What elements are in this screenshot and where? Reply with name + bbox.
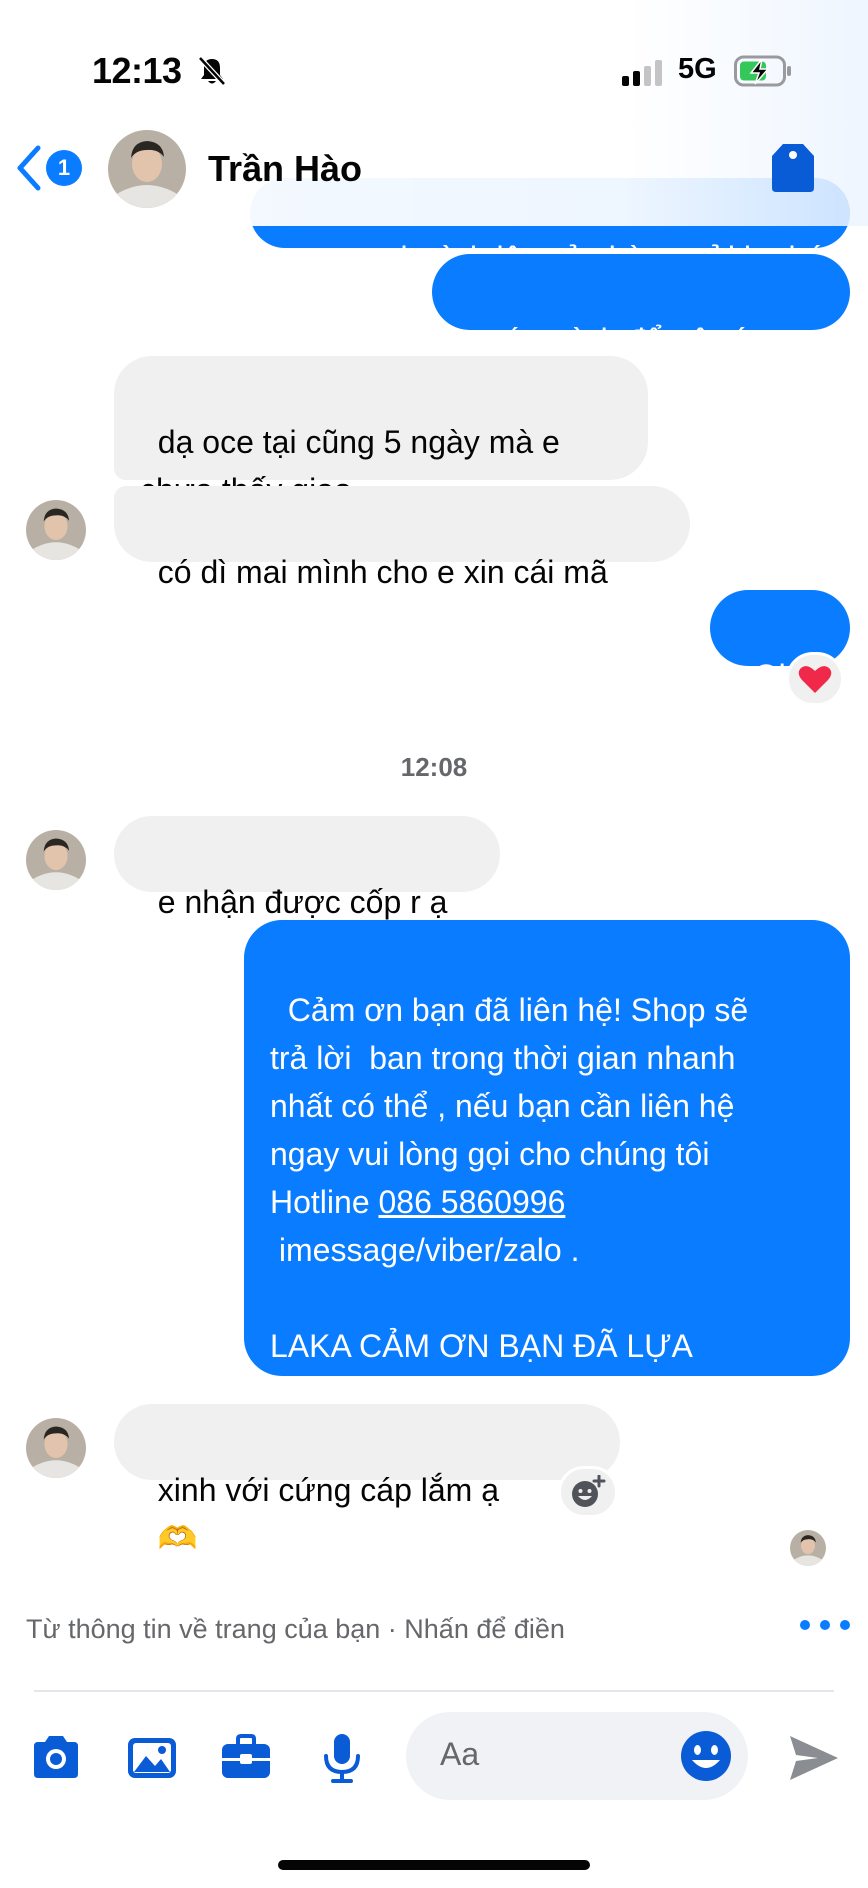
status-time: 12:13	[92, 50, 182, 91]
message-text: mai mình lên của hàng gửi b nhé	[356, 240, 824, 248]
auto-reply-bubble[interactable]: Cảm ơn bạn đã liên hệ! Shop sẽ trả lời b…	[244, 920, 850, 1412]
image-icon[interactable]	[124, 1730, 180, 1786]
message-bubble-received[interactable]: có dì mai mình cho e xin cái mã	[114, 486, 690, 590]
message-bubble-sent[interactable]: máy mình để trên í r a	[432, 254, 850, 358]
battery-charging-icon	[734, 55, 791, 87]
avatar-image	[790, 1530, 826, 1566]
sender-avatar[interactable]	[26, 500, 86, 560]
cellular-signal-icon	[622, 60, 662, 86]
heart-hands-emoji: 🫶	[157, 1520, 198, 1556]
message-text: e nhận được cốp r ạ	[157, 884, 448, 920]
send-icon[interactable]	[786, 1730, 842, 1786]
more-dot	[800, 1620, 810, 1630]
heart-reaction[interactable]	[786, 652, 844, 706]
heart-icon	[798, 666, 832, 693]
add-reaction-button[interactable]	[558, 1466, 618, 1518]
message-bubble-received[interactable]: dạ oce tại cũng 5 ngày mà e chưa thấy gi…	[114, 356, 648, 508]
avatar-image	[26, 1418, 86, 1478]
network-type: 5G	[678, 53, 717, 85]
more-dot	[840, 1620, 850, 1630]
hotline-link[interactable]: 086 5860996	[379, 1184, 566, 1220]
avatar-image	[26, 500, 86, 560]
camera-icon[interactable]	[28, 1730, 84, 1786]
sender-avatar[interactable]	[26, 830, 86, 890]
bell-slash-icon	[198, 56, 226, 86]
emoji-icon[interactable]	[678, 1728, 734, 1784]
microphone-icon[interactable]	[314, 1730, 370, 1786]
add-reaction-icon	[572, 1475, 606, 1507]
message-bubble-received[interactable]: e nhận được cốp r ạ	[114, 816, 500, 920]
message-text: imessage/viber/zalo . LAKA CẢM ƠN BẠN ĐÃ…	[270, 1232, 693, 1412]
avatar-image	[26, 830, 86, 890]
autofill-suggestion[interactable]: Từ thông tin về trang của bạn · Nhấn để …	[26, 1614, 565, 1645]
message-input-placeholder: Aa	[440, 1736, 480, 1772]
sender-avatar[interactable]	[26, 1418, 86, 1478]
contact-name[interactable]: Trần Hào	[208, 148, 362, 190]
message-text: có dì mai mình cho e xin cái mã	[157, 554, 608, 590]
contact-avatar[interactable]	[108, 130, 186, 208]
seen-receipt-avatar	[790, 1530, 826, 1566]
message-text: máy mình để trên í r a	[477, 322, 791, 358]
message-bubble-received[interactable]: xinh với cứng cáp lắm ạ 🫶	[114, 1404, 620, 1556]
message-timestamp: 12:08	[400, 752, 468, 782]
briefcase-icon[interactable]	[218, 1730, 274, 1786]
status-bar: 12:13 5G	[0, 0, 868, 130]
back-button[interactable]: 1	[14, 138, 94, 198]
divider	[34, 1690, 834, 1692]
more-options-button[interactable]	[800, 1610, 850, 1640]
avatar-image	[108, 130, 186, 208]
message-text: xinh với cứng cáp lắm ạ	[157, 1472, 499, 1508]
more-dot	[820, 1620, 830, 1630]
chevron-left-icon	[17, 145, 41, 191]
tag-icon[interactable]	[770, 142, 816, 194]
unread-count-badge: 1	[46, 150, 82, 186]
message-input[interactable]: Aa	[406, 1712, 748, 1800]
home-indicator	[278, 1860, 590, 1870]
